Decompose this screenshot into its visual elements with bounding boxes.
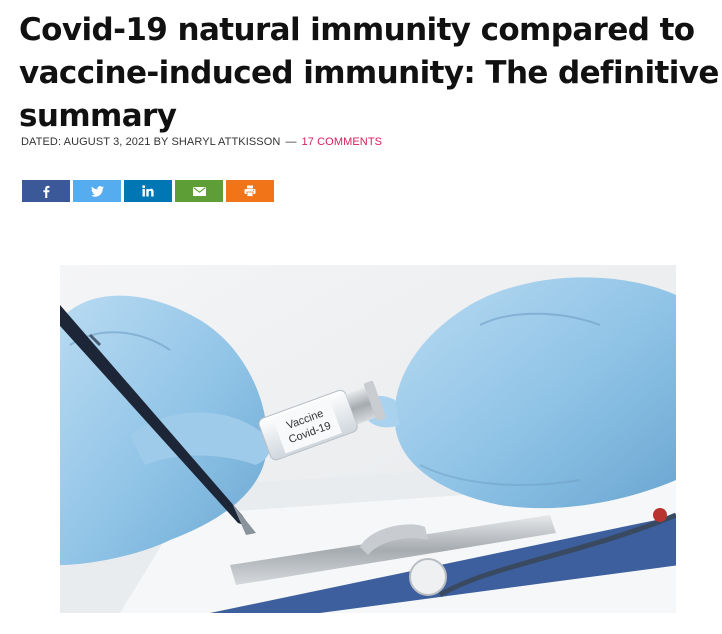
share-bar [22,180,274,202]
share-email-button[interactable] [175,180,223,202]
share-twitter-button[interactable] [73,180,121,202]
byline-separator: — [285,136,297,148]
print-icon [244,185,256,197]
share-linkedin-button[interactable] [124,180,172,202]
byline: DATED: AUGUST 3, 2021 BY SHARYL ATTKISSO… [21,136,382,148]
share-facebook-button[interactable] [22,180,70,202]
byline-dated-author: DATED: AUGUST 3, 2021 BY SHARYL ATTKISSO… [21,136,281,148]
linkedin-icon [142,185,154,197]
email-icon [192,186,206,196]
share-print-button[interactable] [226,180,274,202]
twitter-icon [90,185,104,197]
hero-image: Vaccine Covid-19 [60,265,676,613]
article-title: Covid-19 natural immunity compared to va… [19,12,719,134]
facebook-icon [43,185,50,198]
comments-link[interactable]: 17 COMMENTS [302,136,383,148]
